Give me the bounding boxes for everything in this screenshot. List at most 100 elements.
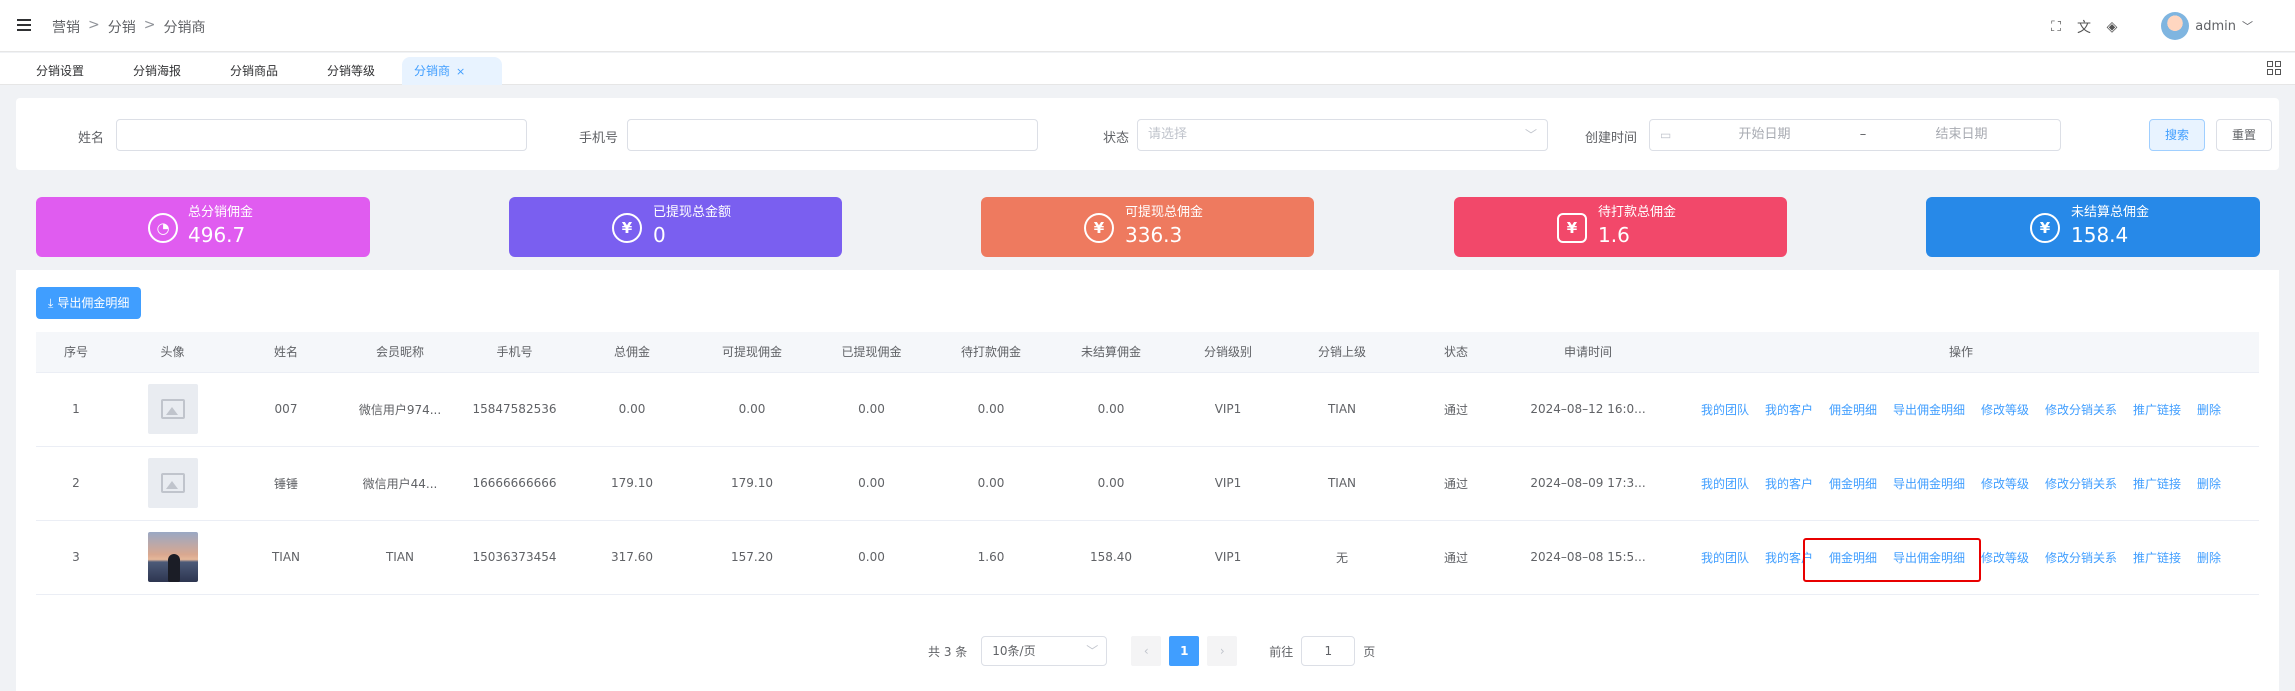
theme-icon[interactable]: ◈ [2104,19,2120,35]
status-select[interactable]: 请选择 ﹀ [1137,119,1548,151]
cell-actions: 我的团队 我的客户 佣金明细 导出佣金明细 修改等级 修改分销关系 推广链接 删… [1663,446,2259,521]
my-team-link[interactable]: 我的团队 [1701,401,1749,418]
tab-distribution-products[interactable]: 分销商品 [218,57,290,85]
table-row: 3 TIAN TIAN 15036373454 317.60 157.20 0.… [36,520,2259,595]
cell-phone: 15847582536 [457,372,572,447]
cell-status: 通过 [1399,446,1513,521]
breadcrumb-item[interactable]: 营销 [52,17,80,37]
tab-distribution-levels[interactable]: 分销等级 [315,57,387,85]
cell-applied-time: 2024–08–12 16:0... [1513,372,1663,447]
breadcrumb-item[interactable]: 分销 [108,17,136,37]
menu-toggle-icon[interactable] [17,19,31,31]
stat-title: 已提现总金额 [653,205,732,220]
end-date-input[interactable]: 结束日期 [1873,120,2050,150]
my-customers-link[interactable]: 我的客户 [1765,401,1813,418]
export-commission-detail-link[interactable]: 导出佣金明细 [1893,549,1965,566]
page-unit-label: 页 [1363,644,1376,659]
cell-withdrawable: 157.20 [692,520,812,595]
chevron-down-icon: ﹀ [1086,644,1099,658]
cell-total: 0.00 [572,372,692,447]
next-page-button[interactable]: › [1207,636,1238,666]
tab-distribution-settings[interactable]: 分销设置 [24,57,96,85]
col-header: 分销级别 [1171,332,1285,373]
cell-applied-time: 2024–08–08 15:5... [1513,520,1663,595]
cell-status: 通过 [1399,520,1513,595]
col-header: 姓名 [229,332,343,373]
commission-detail-link[interactable]: 佣金明细 [1829,549,1877,566]
stat-card-total-commission: ◔ 总分销佣金 496.7 [36,197,370,257]
tab-distribution-poster[interactable]: 分销海报 [121,57,193,85]
edit-relation-link[interactable]: 修改分销关系 [2045,549,2117,566]
cell-withdrawn: 0.00 [812,372,931,447]
top-header: 营销 > 分销 > 分销商 ⛶ 文 ◈ admin ﹀ [0,0,2295,52]
delete-link[interactable]: 删除 [2197,549,2221,566]
cell-parent: TIAN [1285,372,1399,447]
image-placeholder-icon[interactable] [147,458,198,508]
promo-link[interactable]: 推广链接 [2133,401,2181,418]
tab-distributors[interactable]: 分销商 × [402,57,502,85]
main-content: ⤓ 导出佣金明细 序号 头像 姓名 会员昵称 手机号 总佣金 可提现佣金 已提现佣… [16,270,2279,691]
image-placeholder-icon[interactable] [147,384,198,434]
goto-page-input[interactable]: 1 [1301,636,1356,666]
cell-index: 2 [36,446,116,521]
cell-withdrawable: 179.10 [692,446,812,521]
cell-status: 通过 [1399,372,1513,447]
language-icon[interactable]: 文 [2076,17,2092,37]
my-team-link[interactable]: 我的团队 [1701,549,1749,566]
promo-link[interactable]: 推广链接 [2133,475,2181,492]
my-customers-link[interactable]: 我的客户 [1765,549,1813,566]
col-header: 手机号 [457,332,572,373]
phone-input[interactable] [627,119,1038,151]
start-date-input[interactable]: 开始日期 [1676,120,1853,150]
cell-level: VIP1 [1171,520,1285,595]
close-icon[interactable]: × [456,65,465,78]
tab-label: 分销等级 [327,64,376,78]
delete-link[interactable]: 删除 [2197,401,2221,418]
export-commission-detail-link[interactable]: 导出佣金明细 [1893,401,1965,418]
refresh-yen-icon: ¥ [2030,213,2060,243]
range-separator: – [1859,127,1867,142]
edit-level-link[interactable]: 修改等级 [1981,401,2029,418]
page-number-button[interactable]: 1 [1169,636,1200,666]
pagination: 共 3 条 10条/页 ﹀ ‹ 1 › 前往 1 页 [928,636,1375,666]
commission-detail-link[interactable]: 佣金明细 [1829,475,1877,492]
stat-card-withdrawable-commission: ¥ 可提现总佣金 336.3 [981,197,1314,257]
grid-menu-icon[interactable] [2267,61,2281,75]
edit-level-link[interactable]: 修改等级 [1981,549,2029,566]
my-customers-link[interactable]: 我的客户 [1765,475,1813,492]
user-menu[interactable]: admin ﹀ [2161,12,2253,40]
goto-page: 前往 1 页 [1269,636,1375,666]
username: admin [2195,18,2236,34]
cell-actions: 我的团队 我的客户 佣金明细 导出佣金明细 修改等级 修改分销关系 推广链接 删… [1663,372,2259,447]
cell-name: TIAN [229,520,343,595]
table-row: 2 锤锤 微信用户44... 16666666666 179.10 179.10… [36,446,2259,521]
cell-withdrawn: 0.00 [812,446,931,521]
date-range-picker[interactable]: ▭ 开始日期 – 结束日期 [1649,119,2061,151]
fullscreen-icon[interactable]: ⛶ [2048,19,2064,35]
page-size-select[interactable]: 10条/页 ﹀ [981,636,1108,666]
cell-pending: 1.60 [931,520,1051,595]
prev-page-button[interactable]: ‹ [1131,636,1162,666]
col-header: 可提现佣金 [692,332,812,373]
search-button[interactable]: 搜索 [2149,119,2206,151]
export-commission-detail-link[interactable]: 导出佣金明细 [1893,475,1965,492]
edit-relation-link[interactable]: 修改分销关系 [2045,401,2117,418]
delete-link[interactable]: 删除 [2197,475,2221,492]
header-tools: ⛶ 文 ◈ [2048,17,2120,37]
cell-level: VIP1 [1171,372,1285,447]
cell-nickname: 微信用户974... [343,372,457,447]
export-commission-button[interactable]: ⤓ 导出佣金明细 [36,287,142,319]
stat-card-withdrawn-total: ¥ 已提现总金额 0 [509,197,842,257]
name-input[interactable] [116,119,527,151]
cell-name: 锤锤 [229,446,343,521]
edit-relation-link[interactable]: 修改分销关系 [2045,475,2117,492]
promo-link[interactable]: 推广链接 [2133,549,2181,566]
tab-label: 分销商品 [230,64,279,78]
my-team-link[interactable]: 我的团队 [1701,475,1749,492]
commission-detail-link[interactable]: 佣金明细 [1829,401,1877,418]
stat-title: 总分销佣金 [188,205,254,220]
edit-level-link[interactable]: 修改等级 [1981,475,2029,492]
reset-button[interactable]: 重置 [2216,119,2273,151]
avatar-photo[interactable] [147,532,198,582]
pending-money-icon: ¥ [1557,213,1587,243]
